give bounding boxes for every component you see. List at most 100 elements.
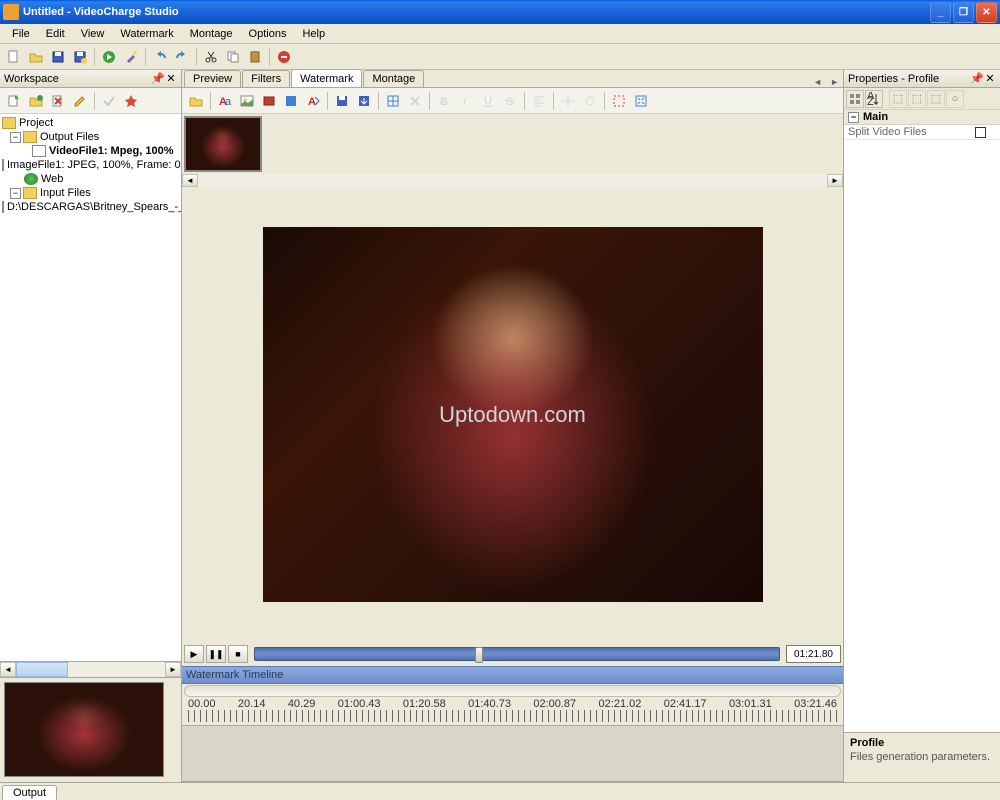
wm-save-icon[interactable] <box>332 91 352 111</box>
project-tree[interactable]: Project −Output Files VideoFile1: Mpeg, … <box>0 114 181 661</box>
menu-options[interactable]: Options <box>241 26 295 42</box>
timeline-zoom[interactable] <box>182 684 843 698</box>
seek-slider[interactable] <box>254 647 780 661</box>
window-title: Untitled - VideoCharge Studio <box>23 6 930 18</box>
film-frame[interactable] <box>184 116 262 172</box>
wm-text-icon[interactable]: Aa <box>215 91 235 111</box>
prop-category[interactable]: −Main <box>844 110 1000 125</box>
wm-rect-icon[interactable] <box>259 91 279 111</box>
prop-b4-icon[interactable]: ○ <box>946 90 964 108</box>
film-scroll[interactable]: ◄ ► <box>182 174 843 187</box>
copy-icon[interactable] <box>223 47 243 67</box>
workspace-title: Workspace <box>4 73 149 85</box>
menu-watermark[interactable]: Watermark <box>112 26 181 42</box>
wm-clear-icon[interactable] <box>405 91 425 111</box>
wm-select-icon[interactable] <box>609 91 629 111</box>
prop-az-icon[interactable]: AZ <box>865 90 883 108</box>
tree-input[interactable]: −Input Files <box>2 186 179 200</box>
wm-bold-icon[interactable]: B <box>434 91 454 111</box>
ruler-tick: 00.00 <box>188 698 216 710</box>
prop-b1-icon[interactable]: ⬚ <box>889 90 907 108</box>
wm-anim-icon[interactable]: A <box>303 91 323 111</box>
ruler-tick: 02:41.17 <box>664 698 707 710</box>
menu-edit[interactable]: Edit <box>38 26 73 42</box>
watermark-overlay[interactable]: Uptodown.com <box>439 402 586 428</box>
menu-montage[interactable]: Montage <box>182 26 241 42</box>
wm-image-icon[interactable] <box>237 91 257 111</box>
undo-icon[interactable] <box>150 47 170 67</box>
prop-b3-icon[interactable]: ⬚ <box>927 90 945 108</box>
open-icon[interactable] <box>26 47 46 67</box>
play-button[interactable]: ▶ <box>184 645 204 663</box>
paste-icon[interactable] <box>245 47 265 67</box>
tree-web[interactable]: Web <box>2 172 179 186</box>
saveas-icon[interactable] <box>70 47 90 67</box>
timeline-tracks[interactable] <box>182 726 843 782</box>
tree-root[interactable]: Project <box>2 116 179 130</box>
wizard-icon[interactable] <box>121 47 141 67</box>
tree-video1[interactable]: VideoFile1: Mpeg, 100% <box>2 144 179 158</box>
menu-file[interactable]: File <box>4 26 38 42</box>
prop-b2-icon[interactable]: ⬚ <box>908 90 926 108</box>
tab-watermark[interactable]: Watermark <box>291 69 362 87</box>
center-tabs: Preview Filters Watermark Montage ◄ ► <box>182 70 843 88</box>
wm-under-icon[interactable]: U <box>478 91 498 111</box>
film-right-icon[interactable]: ► <box>827 174 843 187</box>
tab-filters[interactable]: Filters <box>242 70 290 87</box>
scroll-right-icon[interactable]: ► <box>165 662 181 677</box>
tool2-icon[interactable] <box>121 91 141 111</box>
remove-icon[interactable] <box>48 91 68 111</box>
props-close-icon[interactable]: ✕ <box>984 72 996 85</box>
wm-italic-icon[interactable]: I <box>456 91 476 111</box>
prop-split-video[interactable]: Split Video Files <box>844 125 1000 140</box>
wm-fit-icon[interactable] <box>631 91 651 111</box>
redo-icon[interactable] <box>172 47 192 67</box>
close-panel-icon[interactable]: ✕ <box>165 72 177 85</box>
timeline-ruler[interactable]: 00.0020.1440.2901:00.4301:20.5801:40.730… <box>182 698 843 726</box>
film-left-icon[interactable]: ◄ <box>182 174 198 187</box>
ruler-tick: 03:01.31 <box>729 698 772 710</box>
wm-strike-icon[interactable]: S <box>500 91 520 111</box>
tree-output[interactable]: −Output Files <box>2 130 179 144</box>
props-pin-icon[interactable]: 📌 <box>970 72 982 85</box>
wm-move-icon[interactable] <box>558 91 578 111</box>
split-checkbox[interactable] <box>975 127 986 138</box>
prop-cat-icon[interactable] <box>846 90 864 108</box>
wm-grid-icon[interactable] <box>383 91 403 111</box>
tree-hscroll[interactable]: ◄ ► <box>0 661 181 677</box>
add-folder-icon[interactable] <box>26 91 46 111</box>
wm-folder-icon[interactable] <box>186 91 206 111</box>
tab-preview[interactable]: Preview <box>184 70 241 87</box>
wm-shape-icon[interactable] <box>281 91 301 111</box>
minimize-button[interactable]: _ <box>930 2 951 23</box>
play-icon[interactable] <box>99 47 119 67</box>
maximize-button[interactable]: ❐ <box>953 2 974 23</box>
tab-nav-right-icon[interactable]: ► <box>826 77 843 87</box>
property-grid[interactable]: −Main Split Video Files <box>844 110 1000 732</box>
tab-montage[interactable]: Montage <box>363 70 424 87</box>
wm-align-icon[interactable] <box>529 91 549 111</box>
menu-help[interactable]: Help <box>294 26 333 42</box>
add-file-icon[interactable] <box>4 91 24 111</box>
wm-load-icon[interactable] <box>354 91 374 111</box>
new-icon[interactable] <box>4 47 24 67</box>
tool1-icon[interactable] <box>99 91 119 111</box>
close-button[interactable]: ✕ <box>976 2 997 23</box>
video-preview[interactable]: Uptodown.com <box>263 227 763 602</box>
tree-file1[interactable]: D:\DESCARGAS\Britney_Spears_-_ <box>2 200 179 214</box>
pause-button[interactable]: ❚❚ <box>206 645 226 663</box>
seek-thumb[interactable] <box>475 647 483 663</box>
film-strip <box>182 114 843 174</box>
wm-rotate-icon[interactable] <box>580 91 600 111</box>
save-icon[interactable] <box>48 47 68 67</box>
status-output-tab[interactable]: Output <box>2 785 57 800</box>
pin-icon[interactable]: 📌 <box>151 72 163 85</box>
stop-icon[interactable] <box>274 47 294 67</box>
scroll-left-icon[interactable]: ◄ <box>0 662 16 677</box>
stop-button[interactable]: ■ <box>228 645 248 663</box>
tab-nav-left-icon[interactable]: ◄ <box>809 77 826 87</box>
edit-icon[interactable] <box>70 91 90 111</box>
menu-view[interactable]: View <box>73 26 113 42</box>
tree-image1[interactable]: ImageFile1: JPEG, 100%, Frame: 0 <box>2 158 179 172</box>
cut-icon[interactable] <box>201 47 221 67</box>
